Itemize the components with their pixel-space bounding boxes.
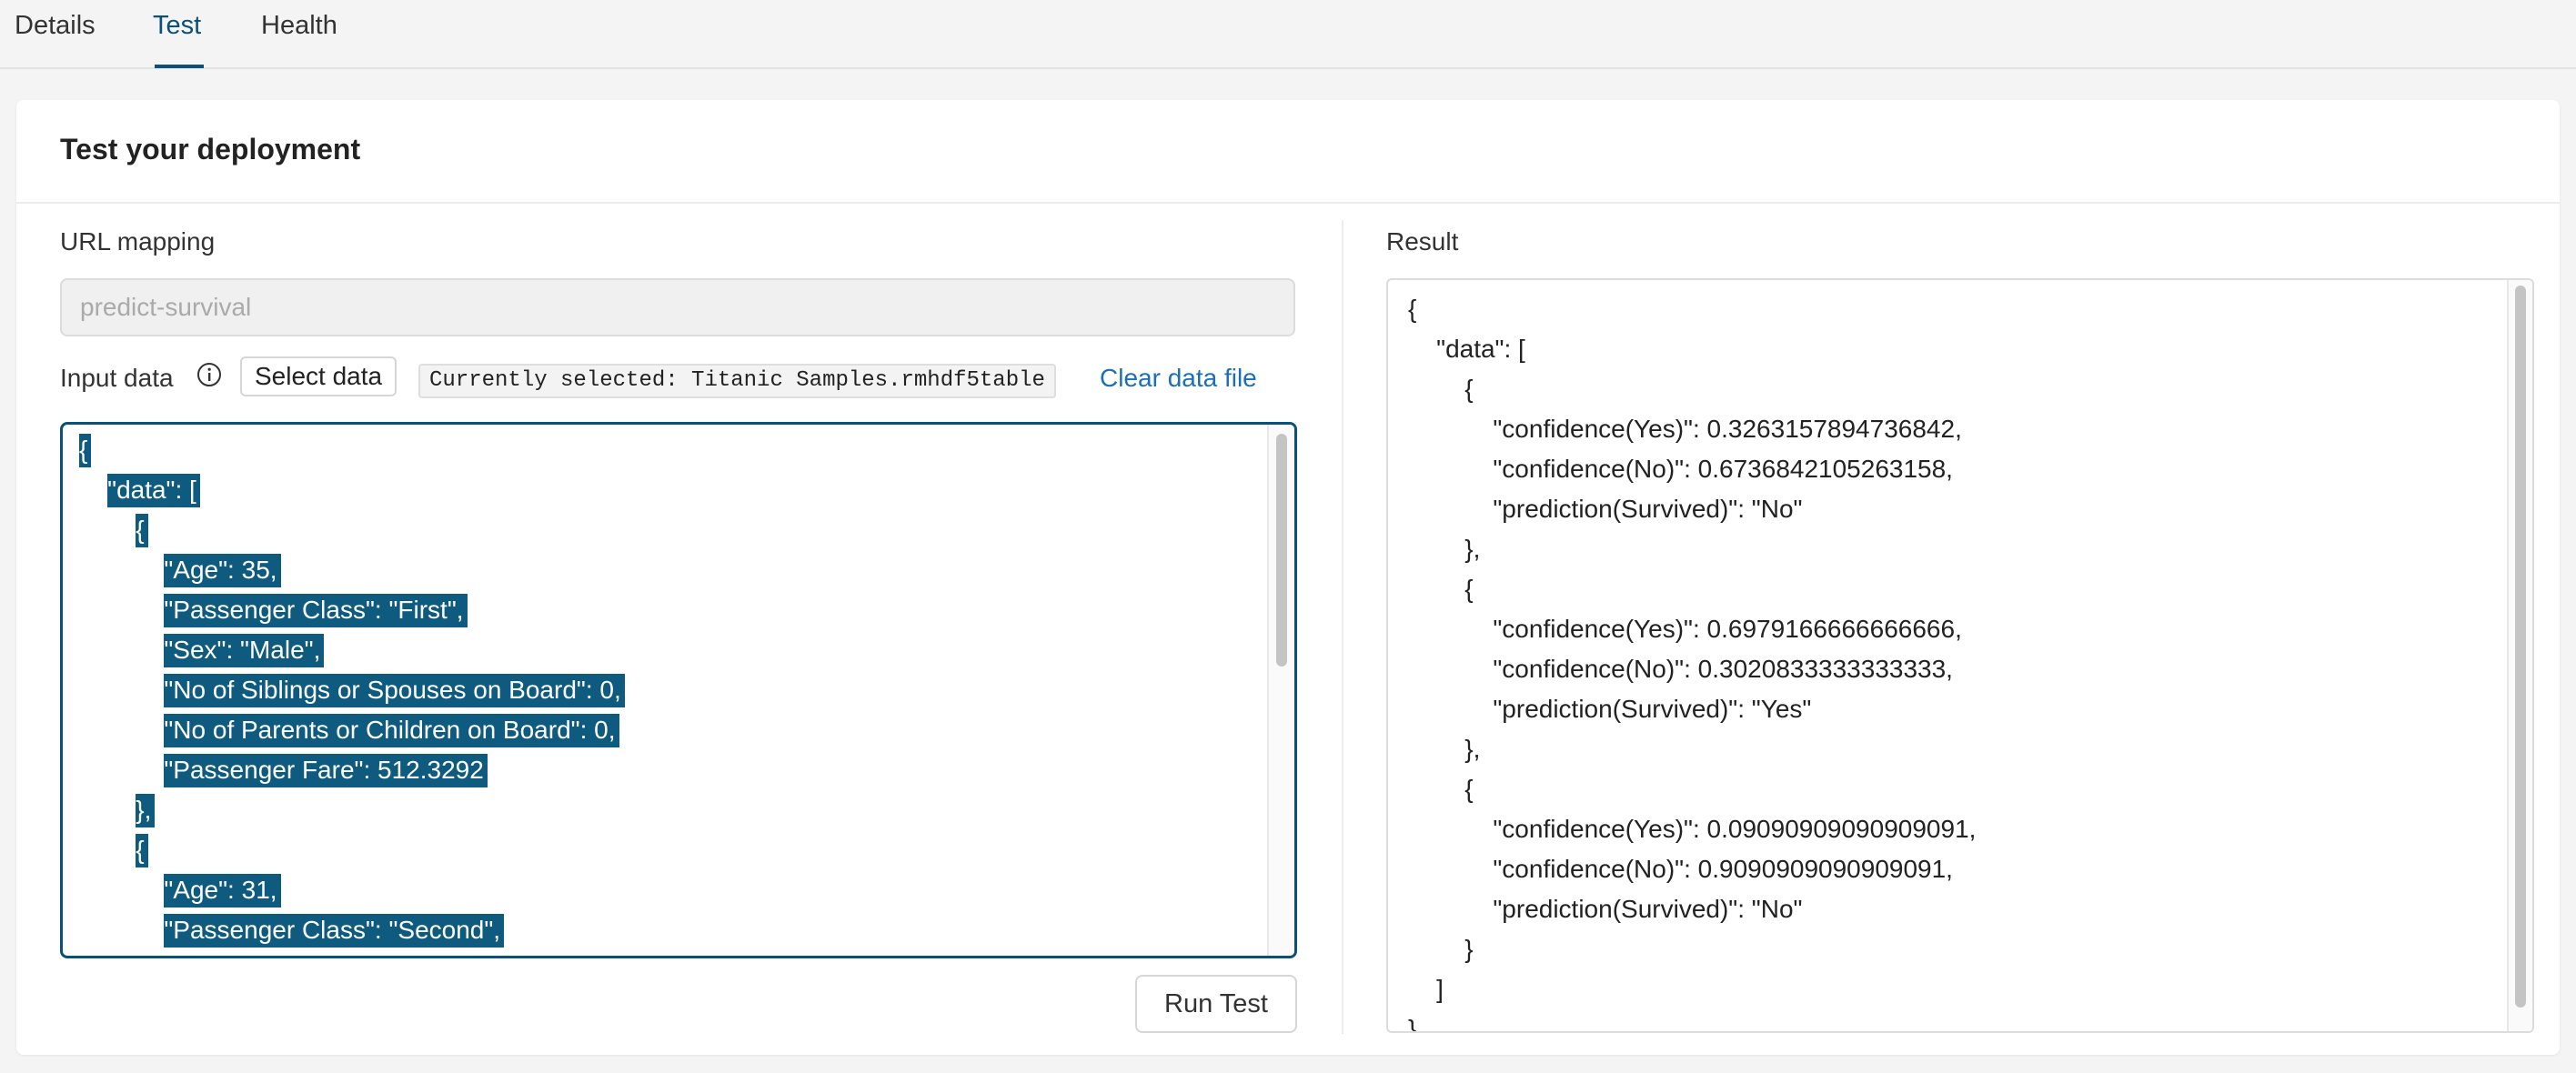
result-output: { "data": [ { "confidence(Yes)": 0.32631… — [1386, 278, 2534, 1033]
tab-bar: Details Test Health — [0, 0, 2576, 69]
result-scrollbar-thumb[interactable] — [2515, 286, 2526, 1008]
code-line: "data": [ — [79, 470, 625, 510]
code-line-text: { — [1408, 295, 1417, 323]
code-line-text: "Passenger Class": "Second", — [164, 914, 505, 948]
code-line-text: "Sex": "Male", — [164, 634, 325, 667]
code-line-text: "confidence(No)": 0.6736842105263158, — [1493, 455, 1953, 483]
input-scrollbar-thumb[interactable] — [1276, 434, 1287, 667]
code-line: }, — [1408, 729, 1976, 769]
code-line-text: ] — [1436, 975, 1444, 1003]
code-line-text: "Age": 35, — [164, 554, 281, 587]
code-line-text: "No of Parents or Children on Board": 0, — [164, 714, 619, 747]
result-label: Result — [1386, 227, 1459, 256]
column-divider — [1342, 220, 1343, 1034]
code-line: } — [1408, 929, 1976, 969]
url-mapping-label: URL mapping — [60, 227, 216, 256]
code-line-text: { — [1464, 575, 1474, 603]
code-line-text: "confidence(No)": 0.9090909090909091, — [1493, 855, 1953, 883]
code-line-text: "No of Siblings or Spouses on Board": 0, — [164, 674, 625, 707]
code-line: "confidence(Yes)": 0.3263157894736842, — [1408, 409, 1976, 449]
code-line-text: "data": [ — [1436, 335, 1525, 363]
code-line-text: } — [1408, 1015, 1417, 1033]
code-line-text: }, — [1464, 535, 1481, 563]
code-line-text: { — [1464, 775, 1474, 803]
code-line-text: "data": [ — [107, 474, 200, 507]
code-line-text: "Age": 31, — [164, 874, 281, 908]
code-line: "data": [ — [1408, 329, 1976, 369]
code-line: { — [79, 510, 625, 550]
code-line: { — [1408, 289, 1976, 329]
code-line-text: "Passenger Class": "First", — [164, 594, 468, 627]
currently-selected-file: Currently selected: Titanic Samples.rmhd… — [418, 364, 1056, 398]
info-icon[interactable] — [196, 362, 222, 387]
code-line: "confidence(No)": 0.3020833333333333, — [1408, 649, 1976, 689]
card-divider — [16, 202, 2560, 204]
code-line: "No of Siblings or Spouses on Board": 0, — [79, 670, 625, 710]
input-data-label: Input data — [60, 364, 174, 392]
result-content: { "data": [ { "confidence(Yes)": 0.32631… — [1408, 289, 1976, 1033]
code-line: "prediction(Survived)": "No" — [1408, 889, 1976, 929]
code-line-text: }, — [1464, 735, 1481, 763]
code-line: "Passenger Class": "Second", — [79, 910, 625, 950]
code-line: { — [1408, 369, 1976, 409]
code-line: { — [1408, 569, 1976, 609]
code-line-text: "prediction(Survived)": "No" — [1493, 495, 1803, 523]
code-line: } — [1408, 1009, 1976, 1033]
input-data-content: { "data": [ { "Age": 35, "Passenger Clas… — [79, 430, 625, 950]
code-line: }, — [79, 790, 625, 830]
code-line-text: "Passenger Fare": 512.3292 — [164, 754, 488, 787]
code-line: "Age": 35, — [79, 550, 625, 590]
code-line: "Age": 31, — [79, 870, 625, 910]
code-line-text: } — [1464, 935, 1474, 963]
run-test-button[interactable]: Run Test — [1135, 975, 1297, 1033]
card-title: Test your deployment — [60, 133, 361, 165]
code-line: { — [1408, 769, 1976, 809]
code-line: "confidence(Yes)": 0.09090909090909091, — [1408, 809, 1976, 849]
code-line: "confidence(Yes)": 0.6979166666666666, — [1408, 609, 1976, 649]
code-line-text: { — [79, 434, 92, 467]
clear-data-file-link[interactable]: Clear data file — [1100, 364, 1257, 393]
code-line: "confidence(No)": 0.6736842105263158, — [1408, 449, 1976, 489]
code-line-text: "confidence(No)": 0.3020833333333333, — [1493, 655, 1953, 683]
code-line: { — [79, 430, 625, 470]
code-line-text: "confidence(Yes)": 0.09090909090909091, — [1493, 815, 1977, 843]
active-tab-indicator — [155, 65, 204, 68]
code-line: "Passenger Class": "First", — [79, 590, 625, 630]
code-line-text: "prediction(Survived)": "No" — [1493, 895, 1803, 923]
code-line-text: }, — [136, 794, 156, 827]
code-line-text: "prediction(Survived)": "Yes" — [1493, 695, 1812, 723]
tab-test[interactable]: Test — [153, 11, 201, 41]
code-line: "No of Parents or Children on Board": 0, — [79, 710, 625, 750]
code-line-text: { — [136, 514, 148, 547]
code-line-text: { — [1464, 375, 1474, 403]
code-line: "confidence(No)": 0.9090909090909091, — [1408, 849, 1976, 889]
code-line: }, — [1408, 529, 1976, 569]
code-line-text: "confidence(Yes)": 0.3263157894736842, — [1493, 415, 1962, 443]
code-line: "Passenger Fare": 512.3292 — [79, 750, 625, 790]
select-data-button[interactable]: Select data — [240, 356, 397, 396]
url-mapping-input[interactable] — [60, 278, 1295, 336]
code-line-text: { — [136, 834, 148, 867]
tab-details[interactable]: Details — [15, 11, 96, 41]
code-line: "Sex": "Male", — [79, 630, 625, 670]
input-data-editor[interactable]: { "data": [ { "Age": 35, "Passenger Clas… — [60, 422, 1297, 958]
test-deployment-card: Test your deployment URL mapping Input d… — [16, 100, 2560, 1055]
code-line: { — [79, 830, 625, 870]
code-line: "prediction(Survived)": "No" — [1408, 489, 1976, 529]
code-line-text: "confidence(Yes)": 0.6979166666666666, — [1493, 615, 1962, 643]
tab-health[interactable]: Health — [261, 11, 337, 41]
input-scrollbar[interactable] — [1267, 425, 1294, 956]
code-line: ] — [1408, 969, 1976, 1009]
result-scrollbar[interactable] — [2507, 280, 2532, 1031]
code-line: "prediction(Survived)": "Yes" — [1408, 689, 1976, 729]
